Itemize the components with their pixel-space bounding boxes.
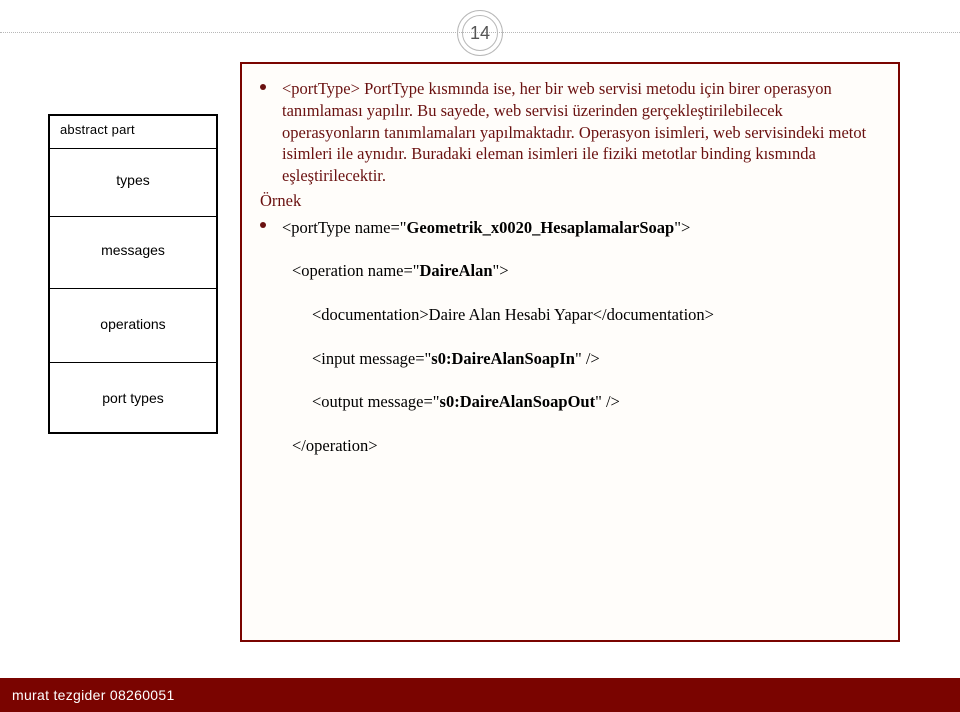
page-number: 14 xyxy=(470,23,490,44)
diagram-cell-types: types xyxy=(50,172,216,188)
footer: murat tezgider 08260051 xyxy=(0,678,960,712)
page-number-badge: 14 xyxy=(457,10,503,56)
bullet-icon xyxy=(260,84,266,90)
sidebar-diagram: abstract part types messages operations … xyxy=(48,114,218,434)
porttype-tag: <portType> xyxy=(282,79,360,98)
main-content-box: <portType> PortType kısmında ise, her bi… xyxy=(240,62,900,642)
bullet-icon xyxy=(260,222,266,228)
ornek-label: Örnek xyxy=(260,191,882,211)
diagram-cell-operations: operations xyxy=(50,316,216,332)
footer-text: murat tezgider 08260051 xyxy=(12,687,175,703)
code-input: <input message="s0:DaireAlanSoapIn" /> xyxy=(260,346,882,372)
para-text: PortType kısmında ise, her bir web servi… xyxy=(282,79,866,185)
document-page: 14 abstract part types messages operatio… xyxy=(0,0,960,712)
diagram-cell-messages: messages xyxy=(50,242,216,258)
code-example: <portType name="Geometrik_x0020_Hesaplam… xyxy=(260,215,882,458)
code-output: <output message="s0:DaireAlanSoapOut" /> xyxy=(260,389,882,415)
code-operation-open: <operation name="DaireAlan"> xyxy=(260,258,882,284)
diagram-abstract-label: abstract part xyxy=(60,122,135,137)
diagram-cell-porttypes: port types xyxy=(50,390,216,406)
code-operation-close: </operation> xyxy=(260,433,882,459)
code-documentation: <documentation>Daire Alan Hesabi Yapar</… xyxy=(260,302,882,328)
main-paragraph: <portType> PortType kısmında ise, her bi… xyxy=(282,78,882,187)
code-porttype-open: <portType name="Geometrik_x0020_Hesaplam… xyxy=(260,215,882,241)
